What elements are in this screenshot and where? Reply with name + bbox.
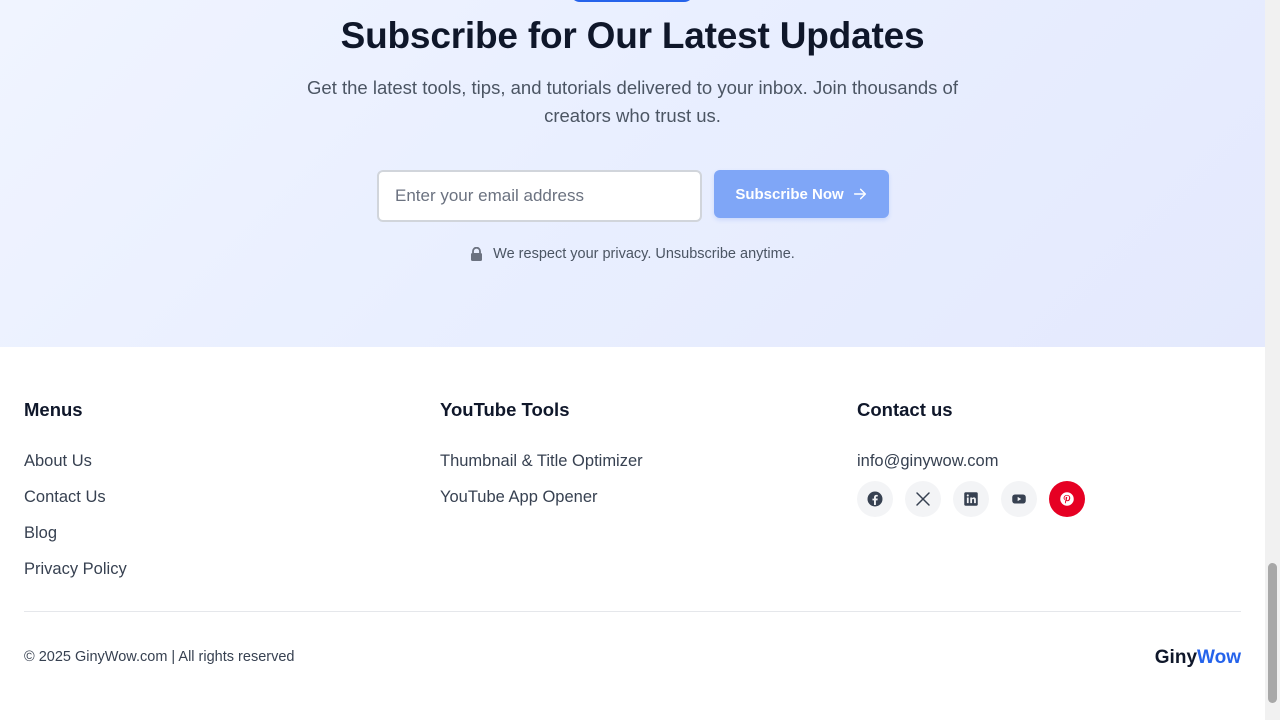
menus-heading: Menus bbox=[24, 399, 83, 420]
linkedin-icon bbox=[964, 492, 978, 506]
brand-logo-part1: Giny bbox=[1154, 647, 1198, 668]
subscribe-section: Subscribe for Our Latest Updates Get the… bbox=[0, 0, 1265, 347]
email-input[interactable] bbox=[377, 170, 702, 222]
facebook-icon bbox=[867, 491, 883, 507]
youtube-tools-heading: YouTube Tools bbox=[440, 399, 570, 420]
subscribe-button-label: Subscribe Now bbox=[735, 185, 844, 203]
footer-link-blog[interactable]: Blog bbox=[24, 523, 127, 543]
brand-logo[interactable]: GinyWow bbox=[1155, 647, 1241, 669]
footer-divider bbox=[24, 611, 1241, 612]
subscribe-title: Subscribe for Our Latest Updates bbox=[340, 15, 925, 56]
footer-youtube-tools-column: YouTube Tools Thumbnail & Title Optimize… bbox=[440, 399, 643, 523]
brand-logo-part2: Wow bbox=[1197, 647, 1241, 668]
footer-link-thumbnail-optimizer[interactable]: Thumbnail & Title Optimizer bbox=[440, 451, 643, 471]
footer-link-youtube-app-opener[interactable]: YouTube App Opener bbox=[440, 487, 643, 507]
x-icon bbox=[916, 492, 930, 506]
lock-icon bbox=[471, 247, 483, 261]
privacy-note-text: We respect your privacy. Unsubscribe any… bbox=[493, 246, 795, 262]
arrow-right-icon bbox=[853, 188, 866, 200]
copyright-text: © 2025 GinyWow.com | All rights reserved bbox=[24, 649, 295, 665]
contact-email-link[interactable]: info@ginywow.com bbox=[857, 451, 1085, 471]
subscribe-description: Get the latest tools, tips, and tutorial… bbox=[307, 77, 958, 126]
youtube-link[interactable] bbox=[1001, 481, 1037, 517]
pinterest-link[interactable] bbox=[1049, 481, 1085, 517]
footer: Menus About Us Contact Us Blog Privacy P… bbox=[0, 347, 1265, 720]
pinterest-icon bbox=[1060, 492, 1074, 506]
vertical-scrollbar[interactable] bbox=[1265, 0, 1280, 720]
contact-heading: Contact us bbox=[857, 399, 953, 420]
footer-contact-column: Contact us info@ginywow.com bbox=[857, 399, 1085, 517]
scrollbar-thumb[interactable] bbox=[1268, 563, 1277, 703]
scrolled-button-edge[interactable] bbox=[570, 0, 694, 2]
footer-link-privacy-policy[interactable]: Privacy Policy bbox=[24, 559, 127, 579]
youtube-icon bbox=[1012, 494, 1026, 504]
footer-link-about-us[interactable]: About Us bbox=[24, 451, 127, 471]
linkedin-link[interactable] bbox=[953, 481, 989, 517]
subscribe-button[interactable]: Subscribe Now bbox=[714, 170, 889, 218]
social-links bbox=[857, 481, 1085, 517]
footer-menus-column: Menus About Us Contact Us Blog Privacy P… bbox=[24, 399, 127, 595]
privacy-note: We respect your privacy. Unsubscribe any… bbox=[0, 246, 1265, 262]
page: Subscribe for Our Latest Updates Get the… bbox=[0, 0, 1265, 720]
facebook-link[interactable] bbox=[857, 481, 893, 517]
x-link[interactable] bbox=[905, 481, 941, 517]
footer-link-contact-us[interactable]: Contact Us bbox=[24, 487, 127, 507]
